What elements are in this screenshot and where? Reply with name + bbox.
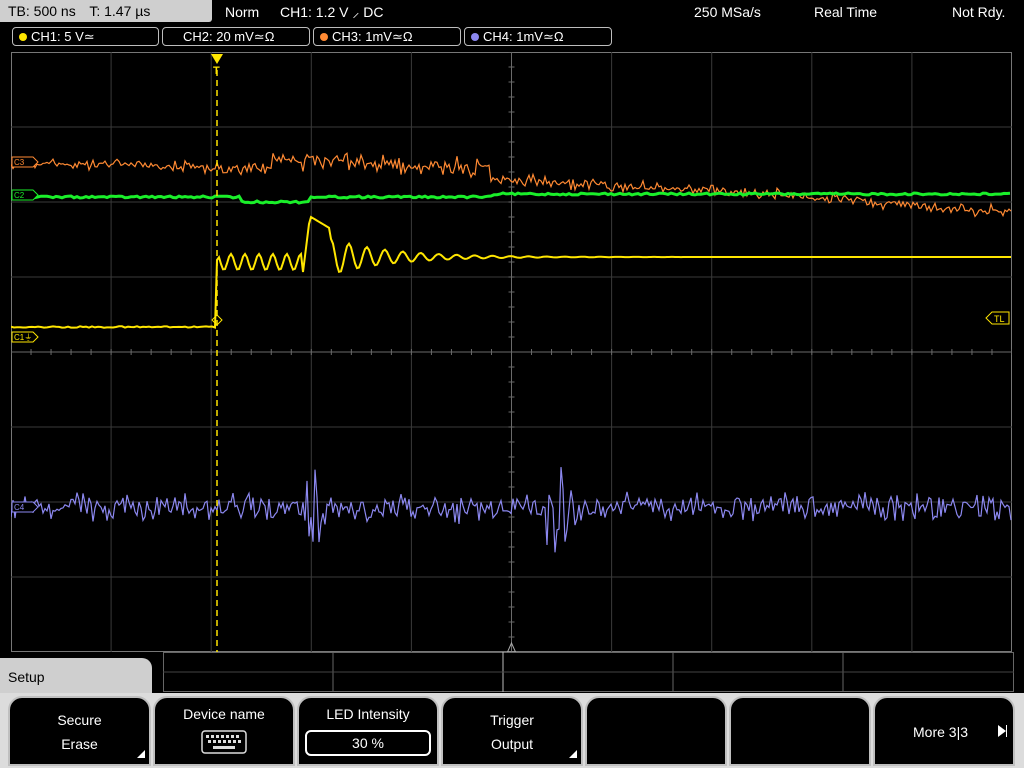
trigger-level-label: TL	[994, 314, 1005, 324]
play-arrow-icon	[998, 725, 1007, 737]
channel-bar: CH1: 5 V≃ CH2: 20 mV≃Ω CH3: 1mV≃Ω CH4: 1…	[0, 26, 1024, 48]
led-intensity-value[interactable]: 30 %	[305, 730, 431, 756]
softkey-4-line2: Output	[490, 736, 534, 752]
channel-3-label: CH3: 1mV≃Ω	[332, 29, 413, 44]
channel-3-button[interactable]: CH3: 1mV≃Ω	[313, 27, 461, 46]
acquisition-mode-label: Real Time	[814, 4, 878, 20]
channel-2-button[interactable]: CH2: 20 mV≃Ω	[162, 27, 310, 46]
trigger-mode-label[interactable]: Norm	[225, 0, 259, 24]
softkey-secure-erase[interactable]: Secure Erase	[8, 696, 151, 766]
softkey-empty-6[interactable]	[729, 696, 871, 766]
timebase-label: TB: 500 ns	[8, 3, 76, 19]
softkey-led-intensity[interactable]: LED Intensity 30 %	[297, 696, 439, 766]
channel-4-color-dot	[471, 33, 479, 41]
trigger-position-label: T: 1.47 µs	[89, 3, 151, 19]
softkey-trigger-output[interactable]: Trigger Output	[441, 696, 583, 766]
channel-2-color-dot	[169, 31, 179, 41]
status-bar: TB: 500 ns T: 1.47 µs Norm CH1: 1.2 V ⸝ …	[0, 0, 1024, 24]
graticule	[10, 51, 1013, 653]
channel-2-label: CH2: 20 mV≃Ω	[183, 29, 275, 44]
channel-4-label: CH4: 1mV≃Ω	[483, 29, 564, 44]
softkey-3-line1: LED Intensity	[326, 706, 410, 722]
softkey-7-line1: More 3|3	[913, 724, 968, 740]
submenu-indicator-icon	[137, 750, 145, 758]
waveform-display[interactable]: T TL C3 C2 C1⏚ C4	[10, 51, 1013, 653]
acquisition-state-label: Not Rdy.	[952, 4, 1006, 20]
channel-4-marker-label: C4	[14, 503, 25, 512]
softkey-4-line1: Trigger	[490, 712, 534, 728]
channel-3-marker-label: C3	[14, 158, 25, 167]
softkey-empty-5[interactable]	[585, 696, 727, 766]
trigger-marker-label: T	[213, 65, 220, 77]
softkey-device-name[interactable]: Device name	[153, 696, 295, 766]
sample-rate-label: 250 MSa/s	[694, 4, 761, 20]
waveform-canvas[interactable]: T TL C3 C2 C1⏚ C4	[10, 51, 1013, 653]
trigger-position-icon	[211, 54, 223, 64]
channel-1-button[interactable]: CH1: 5 V≃	[12, 27, 159, 46]
keyboard-icon	[201, 730, 247, 754]
channel-3-color-dot	[320, 33, 328, 41]
softkey-more[interactable]: More 3|3	[873, 696, 1015, 766]
softkey-1-line2: Erase	[61, 736, 98, 752]
timebase-box[interactable]: TB: 500 ns T: 1.47 µs	[0, 0, 212, 22]
channel-1-label: CH1: 5 V≃	[31, 29, 95, 44]
menu-title-tab: Setup	[0, 658, 152, 696]
channel-2-marker-label: C2	[14, 191, 25, 200]
channel-4-button[interactable]: CH4: 1mV≃Ω	[464, 27, 612, 46]
trigger-info-label[interactable]: CH1: 1.2 V ⸝ DC	[280, 0, 383, 24]
menu-title: Setup	[8, 669, 45, 685]
channel-1-marker-label: C1⏚	[14, 333, 32, 342]
channel-1-color-dot	[19, 33, 27, 41]
softkey-1-line1: Secure	[57, 712, 102, 728]
submenu-indicator-icon	[569, 750, 577, 758]
lower-strip-grid	[163, 652, 1014, 692]
softkey-2-line1: Device name	[183, 706, 265, 722]
lower-strip	[163, 652, 1014, 692]
